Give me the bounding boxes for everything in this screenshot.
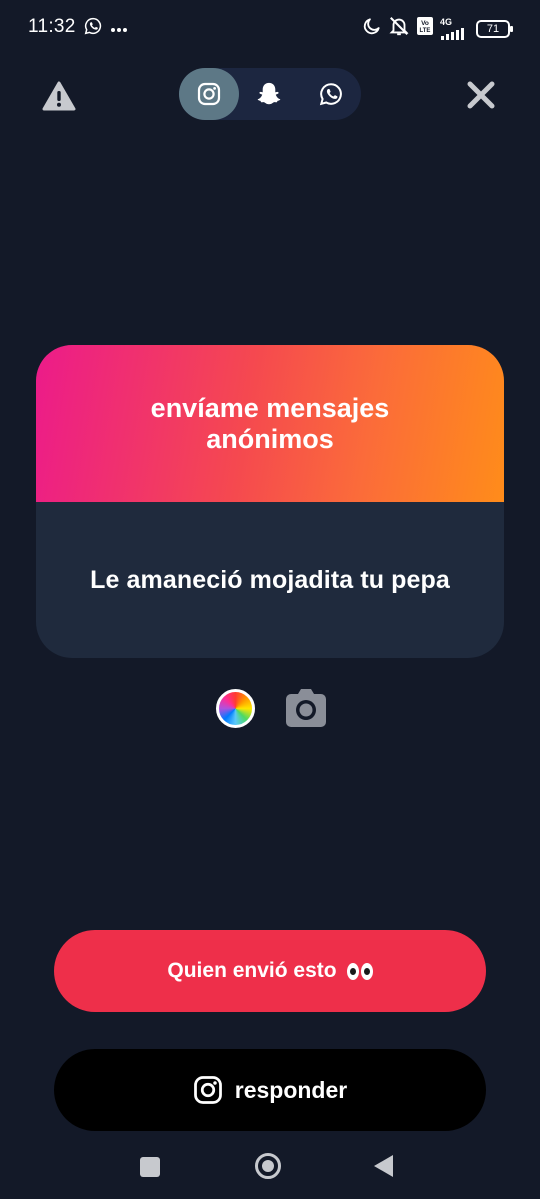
status-bar: 11:32 Vo LTE 4G 71 xyxy=(0,0,540,56)
svg-text:LTE: LTE xyxy=(420,28,431,34)
reply-button[interactable]: responder xyxy=(54,1049,486,1131)
camera-button[interactable] xyxy=(285,688,327,728)
mute-icon xyxy=(388,15,410,42)
status-notification-icons xyxy=(84,17,128,40)
signal-icon: 4G xyxy=(440,17,470,40)
warning-icon xyxy=(42,81,76,111)
volte-icon: Vo LTE xyxy=(416,16,434,41)
screen: 11:32 Vo LTE 4G 71 envíame mensajes anón… xyxy=(0,0,540,1199)
tab-whatsapp[interactable] xyxy=(301,68,361,120)
tab-instagram[interactable] xyxy=(179,68,239,120)
back-button[interactable] xyxy=(374,1155,393,1177)
whatsapp-icon xyxy=(84,17,102,40)
instagram-icon xyxy=(193,1076,222,1104)
battery-level: 71 xyxy=(486,22,500,35)
card-title: envíame mensajes anónimos xyxy=(150,392,390,454)
status-system-icons: Vo LTE 4G 71 xyxy=(362,15,513,42)
card-body: Le amaneció mojadita tu pepa xyxy=(36,502,504,658)
color-picker-button[interactable] xyxy=(216,689,255,728)
battery-icon: 71 xyxy=(476,19,513,38)
message-card: envíame mensajes anónimos Le amaneció mo… xyxy=(36,345,504,658)
reply-label: responder xyxy=(234,1076,348,1103)
status-time: 11:32 xyxy=(28,16,76,37)
close-icon xyxy=(467,81,495,109)
card-header: envíame mensajes anónimos xyxy=(36,345,504,502)
who-sent-label: Quien envió esto xyxy=(167,959,337,982)
moon-icon xyxy=(362,16,382,41)
snapchat-icon xyxy=(257,82,281,105)
home-button[interactable] xyxy=(255,1153,281,1179)
svg-text:Vo: Vo xyxy=(421,20,429,27)
recent-apps-button[interactable] xyxy=(140,1157,160,1177)
more-dots-icon xyxy=(110,20,128,38)
tab-snapchat[interactable] xyxy=(239,68,299,120)
report-button[interactable] xyxy=(42,80,76,112)
whatsapp-icon xyxy=(319,83,342,106)
eyes-icon xyxy=(346,962,373,980)
camera-icon xyxy=(286,689,326,727)
who-sent-button[interactable]: Quien envió esto xyxy=(54,930,486,1012)
card-message: Le amaneció mojadita tu pepa xyxy=(90,565,450,594)
instagram-icon xyxy=(197,82,221,106)
share-platform-switcher xyxy=(179,68,361,120)
system-nav-bar xyxy=(0,1140,540,1199)
close-button[interactable] xyxy=(464,78,498,112)
